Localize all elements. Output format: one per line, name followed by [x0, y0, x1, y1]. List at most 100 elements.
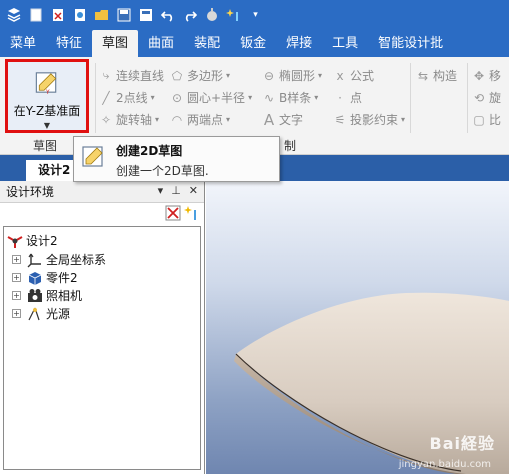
ratio-button[interactable]: ▢ 比	[472, 111, 501, 128]
expand-toggle-icon[interactable]: +	[12, 255, 21, 264]
open-folder-icon[interactable]	[92, 6, 111, 25]
watermark-url: jingyan.baidu.com	[398, 459, 491, 470]
point-button[interactable]: · 点	[333, 89, 362, 106]
tab-tools[interactable]: 工具	[322, 30, 368, 57]
text-icon: A	[263, 110, 275, 129]
ellipse-icon: ⊖	[263, 68, 275, 83]
tooltip-title: 创建2D草图	[116, 144, 183, 158]
construct-button[interactable]: ⇆ 构造	[416, 67, 457, 84]
magic-wand-icon[interactable]	[224, 6, 243, 25]
formula-button[interactable]: ⅹ 公式	[333, 67, 374, 84]
tree-root-design2[interactable]: 设计2	[7, 232, 58, 249]
tree-item-part2[interactable]: + 零件2	[12, 269, 78, 286]
construct-icon: ⇆	[417, 68, 429, 83]
move-button[interactable]: ✥ 移	[472, 67, 501, 84]
chevron-down-icon: ▾	[226, 115, 231, 124]
text-button[interactable]: A 文字	[262, 110, 303, 129]
watermark-brand: Bai経验	[429, 434, 495, 453]
rotate-button[interactable]: ⟲ 旋	[472, 89, 501, 106]
design-tree: 设计2 + 全局坐标系 + 零件2 + 照相机 + 光源	[3, 226, 201, 470]
svg-text:Y: Y	[45, 90, 50, 96]
arc-icon: ◠	[171, 112, 183, 127]
dropdown-caret-icon[interactable]: ▾	[158, 184, 164, 197]
ribbon-separator	[410, 63, 411, 133]
revolve-axis-button[interactable]: ✧ 旋转轴 ▾	[99, 111, 159, 128]
dropdown-caret-icon[interactable]: ▾	[246, 6, 265, 25]
line-icon: ╱	[102, 90, 110, 105]
expand-toggle-icon[interactable]: +	[12, 273, 21, 282]
polyline-icon: ⤷	[102, 68, 110, 82]
undo-icon[interactable]	[158, 6, 177, 25]
chevron-down-icon: ▾	[318, 71, 323, 80]
ribbon-separator	[467, 63, 468, 133]
new-drawing-icon[interactable]	[70, 6, 89, 25]
bspline-button[interactable]: ∿ B样条 ▾	[262, 89, 318, 106]
tab-smart-design[interactable]: 智能设计批	[368, 30, 453, 57]
polygon-button[interactable]: ⬠ 多边形 ▾	[170, 67, 230, 84]
panel-header: 设计环境 ▾ ⊥ ✕	[0, 181, 204, 203]
rotate-icon: ⟲	[473, 90, 485, 105]
circle-icon: ⊙	[171, 90, 183, 105]
camera-icon	[28, 288, 42, 302]
design-root-icon	[7, 235, 23, 248]
chevron-down-icon: ▾	[401, 115, 406, 124]
chevron-down-icon: ▾	[248, 93, 253, 102]
yz-plane-label: 在Y-Z基准面	[13, 104, 81, 118]
menu-tab-bar: 菜单 特征 草图 曲面 装配 钣金 焊接 工具 智能设计批	[0, 30, 509, 57]
move-icon: ✥	[473, 68, 485, 83]
3d-viewport[interactable]: Bai経验 jingyan.baidu.com	[206, 181, 509, 474]
app-logo-icon[interactable]	[4, 6, 23, 25]
tree-item-light[interactable]: + 光源	[12, 305, 70, 322]
sketch-pencil-icon	[82, 146, 103, 167]
tab-sheet-metal[interactable]: 钣金	[230, 30, 276, 57]
tab-assembly[interactable]: 装配	[184, 30, 230, 57]
render-ball-icon[interactable]	[202, 6, 221, 25]
constraint-icon: ⚟	[334, 112, 346, 127]
pin-icon[interactable]: ⊥	[171, 184, 181, 197]
point-icon: ·	[338, 90, 342, 105]
part-icon	[28, 271, 42, 285]
scale-icon: ▢	[473, 112, 485, 127]
delete-icon[interactable]	[165, 205, 181, 221]
panel-toolbar	[0, 203, 204, 223]
tree-item-camera[interactable]: + 照相机	[12, 287, 82, 304]
new-file-icon[interactable]	[26, 6, 45, 25]
expand-toggle-icon[interactable]: +	[12, 309, 21, 318]
light-source-icon	[28, 307, 40, 320]
tab-surface[interactable]: 曲面	[138, 30, 184, 57]
tree-item-global-coords[interactable]: + 全局坐标系	[12, 251, 106, 268]
tab-menu[interactable]: 菜单	[0, 30, 46, 57]
ribbon-separator	[95, 63, 96, 133]
circle-center-radius-button[interactable]: ⊙ 圆心+半径 ▾	[170, 89, 252, 106]
tab-sketch[interactable]: 草图	[92, 30, 139, 57]
panel-header-buttons: ▾ ⊥ ✕	[158, 184, 198, 197]
group-label-draw: 制	[284, 139, 297, 153]
redo-icon[interactable]	[180, 6, 199, 25]
save-all-icon[interactable]	[136, 6, 155, 25]
chevron-down-icon: ▾	[155, 115, 160, 124]
two-vertex-button[interactable]: ◠ 两端点 ▾	[170, 111, 230, 128]
axis-icon: ✧	[100, 112, 112, 127]
tab-weld[interactable]: 焊接	[276, 30, 322, 57]
chevron-down-icon: ▼	[43, 121, 51, 130]
coordinate-system-icon	[27, 253, 41, 267]
magic-wand-icon[interactable]	[184, 205, 200, 221]
ellipse-button[interactable]: ⊖ 椭圆形 ▾	[262, 67, 322, 84]
group-label-sketch: 草图	[33, 139, 58, 153]
panel-title: 设计环境	[6, 185, 55, 199]
yz-plane-sketch-button[interactable]: Y 在Y-Z基准面 ▼	[5, 59, 89, 133]
chevron-down-icon: ▾	[314, 93, 319, 102]
save-icon[interactable]	[114, 6, 133, 25]
new-design-icon[interactable]	[48, 6, 67, 25]
formula-icon: ⅹ	[336, 68, 344, 83]
projection-constraint-button[interactable]: ⚟ 投影约束 ▾	[333, 111, 405, 128]
expand-toggle-icon[interactable]: +	[12, 291, 21, 300]
two-point-line-button[interactable]: ╱ 2点线 ▾	[99, 89, 155, 106]
close-icon[interactable]: ✕	[189, 184, 198, 197]
design-environment-panel: 设计环境 ▾ ⊥ ✕ 设计2 + 全局坐标系 + 零件2 + 照相机 + 光源	[0, 181, 205, 474]
chevron-down-icon: ▾	[150, 93, 155, 102]
continuous-line-button[interactable]: ⤷ 连续直线	[99, 67, 164, 84]
tab-feature[interactable]: 特征	[46, 30, 92, 57]
spline-icon: ∿	[263, 90, 275, 105]
quick-access-toolbar: ▾	[0, 0, 509, 30]
